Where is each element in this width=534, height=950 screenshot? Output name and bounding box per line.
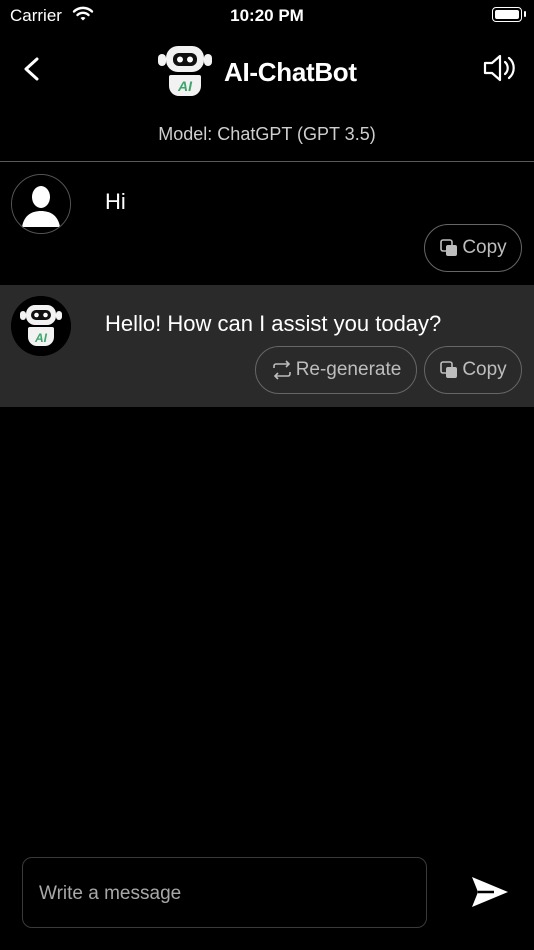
robot-logo-icon: AI [156, 42, 214, 103]
regenerate-icon [272, 360, 291, 380]
regenerate-button[interactable]: Re-generate [255, 346, 417, 394]
message-row-user: Hi Copy [0, 163, 534, 283]
copy-label: Copy [462, 237, 507, 258]
back-chevron-icon[interactable] [18, 54, 48, 84]
copy-icon [440, 239, 458, 256]
battery-icon [492, 7, 526, 22]
app-title: AI AI-ChatBot [156, 42, 357, 103]
model-label: Model: ChatGPT (GPT 3.5) [158, 124, 376, 144]
divider [0, 161, 534, 162]
copy-button[interactable]: Copy [424, 224, 522, 272]
message-text: Hello! How can I assist you today? [105, 311, 442, 336]
bot-avatar: AI [11, 296, 71, 356]
robot-logo-text: AI [177, 78, 193, 94]
user-silhouette-icon [12, 175, 70, 233]
message-row-bot: AI Hello! How can I assist you today? Re… [0, 285, 534, 407]
status-bar: Carrier 10:20 PM [0, 0, 534, 30]
speaker-icon[interactable] [482, 52, 516, 84]
copy-label: Copy [462, 359, 507, 380]
navigation-bar: AI AI-ChatBot [0, 36, 534, 102]
regenerate-label: Re-generate [295, 359, 402, 380]
copy-button[interactable]: Copy [424, 346, 522, 394]
message-input[interactable] [37, 858, 411, 929]
copy-icon [440, 361, 458, 378]
page-title: AI-ChatBot [224, 57, 357, 87]
robot-avatar-icon: AI [11, 296, 71, 356]
user-avatar [11, 174, 71, 234]
send-icon[interactable] [470, 874, 510, 910]
robot-avatar-text: AI [34, 331, 48, 345]
message-composer [22, 857, 427, 929]
message-text: Hi [105, 189, 126, 214]
status-time: 10:20 PM [230, 6, 304, 25]
